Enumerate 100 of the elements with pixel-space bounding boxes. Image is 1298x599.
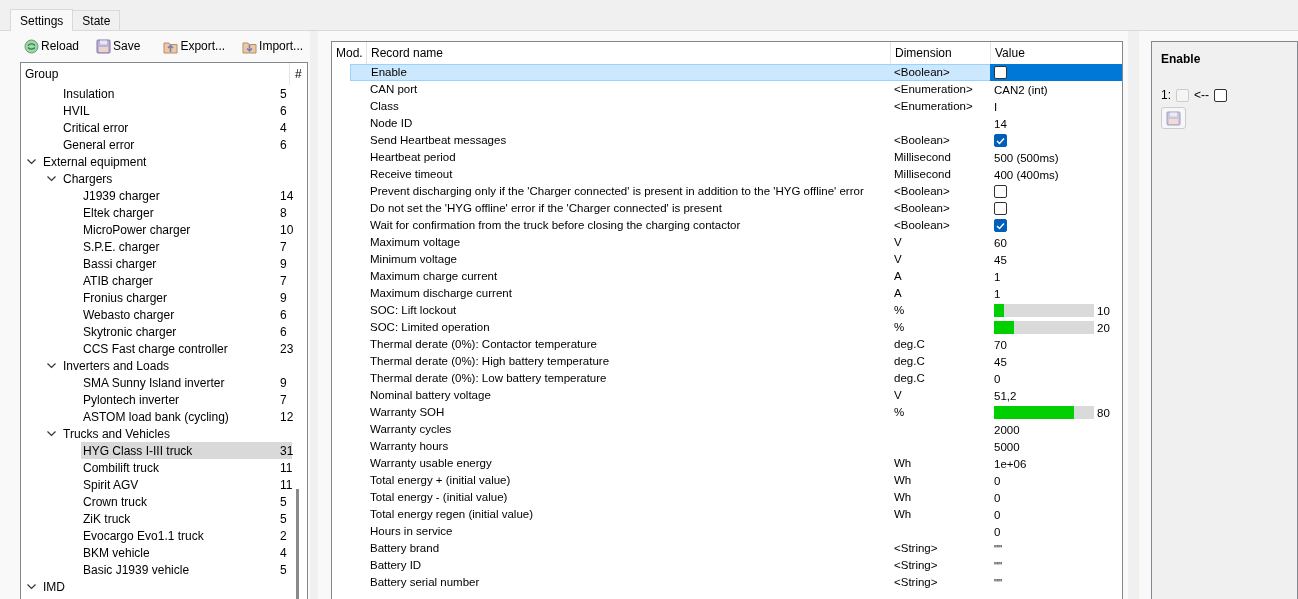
table-row[interactable]: Warranty usable energy Wh 1e+06 — [332, 455, 1122, 472]
table-cell: I — [994, 100, 998, 113]
import-button[interactable]: Import... — [238, 36, 308, 56]
tree-item[interactable]: Trucks and Vehicles — [21, 425, 292, 442]
table-row[interactable]: Wait for confirmation from the truck before closing the charging contactor <Boolean> — [332, 217, 1122, 234]
tree-item[interactable]: Webasto charger 6 — [21, 306, 292, 323]
table-row[interactable]: Warranty cycles 2000 — [332, 421, 1122, 438]
table-cell: Battery brand — [370, 542, 440, 554]
tree-item[interactable]: HVIL 6 — [21, 102, 292, 119]
table-row[interactable]: Total energy regen (initial value) Wh 0 — [332, 506, 1122, 523]
table-cell: SOC: Lift lockout — [370, 304, 457, 316]
tree-item[interactable]: MicroPower charger 10 — [21, 221, 292, 238]
tree-item[interactable]: S.P.E. charger 7 — [21, 238, 292, 255]
table-row[interactable]: Battery ID <String> "" — [332, 557, 1122, 574]
table-cell: 1 — [994, 287, 1001, 300]
table-row[interactable]: Prevent discharging only if the 'Charger connected' is present in addition to the 'HYG offline' error <Boolean> — [332, 183, 1122, 200]
tree-item[interactable]: Crown truck 5 — [21, 493, 292, 510]
table-cell: Enable — [371, 66, 407, 78]
checkbox[interactable] — [994, 134, 1007, 147]
tree-item[interactable]: CCS Fast charge controller 23 — [21, 340, 292, 357]
table-row[interactable]: SOC: Lift lockout % 10 — [332, 302, 1122, 319]
tree-item[interactable]: ZiK truck 5 — [21, 510, 292, 527]
tab[interactable]: State — [72, 10, 121, 30]
tree-item[interactable]: Evocargo Evo1.1 truck 2 — [21, 527, 292, 544]
table-cell: deg.C — [894, 372, 925, 384]
table-row[interactable]: Maximum charge current A 1 — [332, 268, 1122, 285]
table-cell: Total energy - (initial value) — [370, 491, 508, 503]
tree-item[interactable]: SMA Sunny Island inverter 9 — [21, 374, 292, 391]
tree-item[interactable]: Pylontech inverter 7 — [21, 391, 292, 408]
tree-item[interactable]: ASTOM load bank (cycling) 12 — [21, 408, 292, 425]
tree-item[interactable]: General error 6 — [21, 136, 292, 153]
table-cell: 14 — [994, 117, 1007, 130]
table-row[interactable]: Send Heartbeat messages <Boolean> — [332, 132, 1122, 149]
tree-item[interactable]: IMD — [21, 578, 292, 595]
tree-item[interactable]: Eltek charger 8 — [21, 204, 292, 221]
table-row[interactable]: Do not set the 'HYG offline' error if the 'Charger connected' is present <Boolean> — [332, 200, 1122, 217]
table-row[interactable]: Hours in service 0 — [332, 523, 1122, 540]
checkbox[interactable] — [994, 202, 1007, 215]
table-row[interactable]: CAN port <Enumeration> CAN2 (int) — [332, 81, 1122, 98]
editor-title: Enable — [1161, 52, 1202, 66]
table-cell: 20 — [1097, 321, 1110, 334]
table-cell: 10 — [1097, 304, 1110, 317]
table-row[interactable]: Receive timeout Millisecond 400 (400ms) — [332, 166, 1122, 183]
table-row[interactable]: Maximum voltage V 60 — [332, 234, 1122, 251]
chevron-down-icon[interactable] — [26, 156, 37, 167]
table-cell: Battery serial number — [370, 576, 480, 588]
tree-item[interactable]: Basic J1939 vehicle 5 — [21, 561, 292, 578]
tree-item[interactable]: J1939 charger 14 — [21, 187, 292, 204]
table-row[interactable]: Thermal derate (0%): High battery temperature deg.C 45 — [332, 353, 1122, 370]
table-row[interactable]: Thermal derate (0%): Contactor temperature deg.C 70 — [332, 336, 1122, 353]
table-row[interactable]: Thermal derate (0%): Low battery temperature deg.C 0 — [332, 370, 1122, 387]
checkbox[interactable] — [1214, 88, 1227, 102]
checkbox[interactable] — [994, 219, 1007, 232]
table-row[interactable]: Battery brand <String> "" — [332, 540, 1122, 557]
table-row[interactable]: Nominal battery voltage V 51,2 — [332, 387, 1122, 404]
chevron-down-icon[interactable] — [46, 360, 57, 371]
table-row[interactable]: Warranty hours 5000 — [332, 438, 1122, 455]
tree-item[interactable]: Skytronic charger 6 — [21, 323, 292, 340]
table-row[interactable]: Minimum voltage V 45 — [332, 251, 1122, 268]
table-cell: Total energy regen (initial value) — [370, 508, 533, 520]
tree-item[interactable]: Insulation 5 — [21, 85, 292, 102]
tree-item[interactable]: Combilift truck 11 — [21, 459, 292, 476]
tree-item[interactable]: Fronius charger 9 — [21, 289, 292, 306]
checkbox[interactable] — [994, 66, 1007, 79]
index-label: 1: — [1161, 88, 1171, 102]
table-row[interactable]: Warranty SOH % 80 — [332, 404, 1122, 421]
table-cell: Receive timeout — [370, 168, 453, 180]
chevron-down-icon[interactable] — [26, 581, 37, 592]
table-row[interactable]: Class <Enumeration> I — [332, 98, 1122, 115]
tree-item[interactable]: Chargers — [21, 170, 292, 187]
tree-item[interactable]: Bassi charger 9 — [21, 255, 292, 272]
table-row[interactable]: Maximum discharge current A 1 — [332, 285, 1122, 302]
tree-item[interactable]: Inverters and Loads — [21, 357, 292, 374]
table-cell: Class — [370, 100, 399, 112]
tab[interactable]: Settings — [10, 9, 74, 31]
tree-item[interactable]: ATIB charger 7 — [21, 272, 292, 289]
table-row[interactable]: Heartbeat period Millisecond 500 (500ms) — [332, 149, 1122, 166]
column-header[interactable]: # — [289, 63, 307, 85]
table-row[interactable]: Node ID 14 — [332, 115, 1122, 132]
table-cell: Nominal battery voltage — [370, 389, 491, 401]
table-cell: Maximum voltage — [370, 236, 461, 248]
chevron-down-icon[interactable] — [46, 428, 57, 439]
export-button[interactable]: Export... — [159, 36, 230, 56]
tree-item[interactable]: Critical error 4 — [21, 119, 292, 136]
save-button[interactable]: Save — [92, 36, 145, 56]
tree-item[interactable]: BKM vehicle 4 — [21, 544, 292, 561]
reload-button[interactable]: Reload — [20, 36, 84, 56]
table-cell: Hours in service — [370, 525, 453, 537]
column-header[interactable]: Mod. — [332, 42, 366, 64]
table-cell: Millisecond — [894, 168, 951, 180]
table-row[interactable]: SOC: Limited operation % 20 — [332, 319, 1122, 336]
table-row[interactable]: Total energy - (initial value) Wh 0 — [332, 489, 1122, 506]
table-row[interactable]: Battery serial number <String> "" — [332, 574, 1122, 591]
chevron-down-icon[interactable] — [46, 173, 57, 184]
checkbox[interactable] — [994, 185, 1007, 198]
table-row[interactable]: Total energy + (initial value) Wh 0 — [332, 472, 1122, 489]
tree-item[interactable]: External equipment — [21, 153, 292, 170]
column-header[interactable]: Group — [21, 67, 289, 81]
scrollbar[interactable] — [296, 489, 299, 599]
tree-item[interactable]: Spirit AGV 11 — [21, 476, 292, 493]
